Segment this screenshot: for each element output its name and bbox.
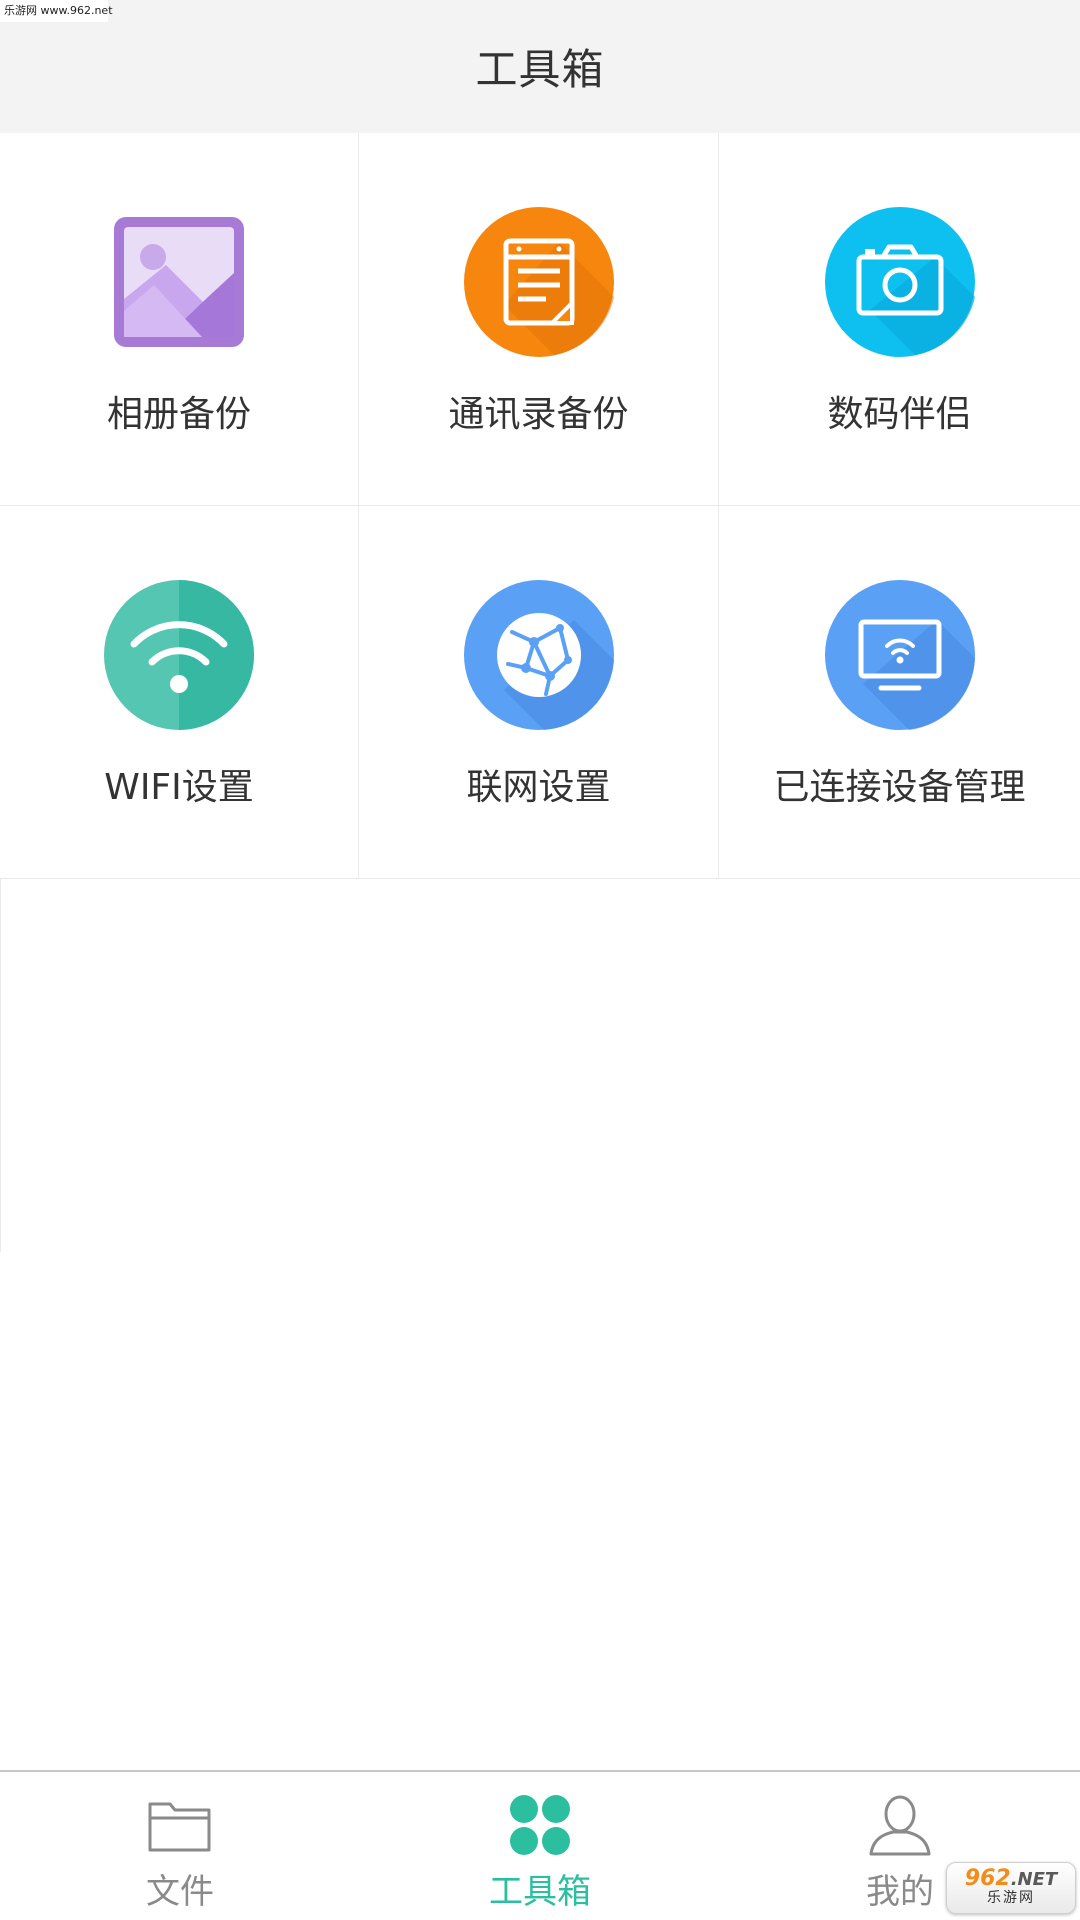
photo-album-icon (114, 217, 244, 347)
watermark-sub: 乐游网 (987, 1890, 1035, 1907)
watermark-logo: 962.NET 乐游网 (946, 1862, 1076, 1914)
folder-icon (148, 1802, 211, 1852)
tool-grid: 相册备份 通讯录备份 数码伴侣 WIFI设置 联网设置 已连接设备管理 (0, 133, 1080, 879)
tool-label: 联网设置 (466, 767, 611, 808)
network-globe-icon (463, 580, 614, 730)
connected-display-icon (824, 580, 975, 730)
tool-connected-devices[interactable]: 已连接设备管理 (719, 506, 1080, 879)
user-icon (869, 1795, 931, 1856)
tool-label: 相册备份 (106, 394, 251, 435)
toolbox-grid-icon (510, 1795, 570, 1855)
tool-network-settings[interactable]: 联网设置 (359, 506, 719, 879)
watermark-top: 乐游网 www.962.net (0, 0, 113, 22)
watermark-brand: 962.NET (964, 1866, 1058, 1891)
tab-toolbox[interactable]: 工具箱 (360, 1772, 720, 1920)
tool-label: 通讯录备份 (448, 394, 629, 435)
contacts-book-icon (463, 207, 614, 357)
tab-label: 文件 (146, 1872, 214, 1912)
tool-label: 数码伴侣 (827, 394, 972, 435)
tab-files[interactable]: 文件 (0, 1772, 360, 1920)
tool-label: WIFI设置 (104, 767, 254, 808)
bottom-tab-bar: 文件 工具箱 我的 (0, 1770, 1080, 1920)
tool-label: 已连接设备管理 (773, 767, 1026, 808)
wifi-icon (104, 580, 254, 730)
page-title: 工具箱 (475, 45, 605, 94)
tab-label: 工具箱 (489, 1872, 591, 1912)
tool-photo-backup[interactable]: 相册备份 (0, 133, 359, 506)
tool-wifi-settings[interactable]: WIFI设置 (0, 506, 359, 879)
app-header: 工具箱 (0, 0, 1080, 133)
tool-digital-companion[interactable]: 数码伴侣 (719, 133, 1080, 506)
divider (0, 879, 1, 1252)
tool-contacts-backup[interactable]: 通讯录备份 (359, 133, 719, 506)
camera-icon (824, 207, 975, 357)
